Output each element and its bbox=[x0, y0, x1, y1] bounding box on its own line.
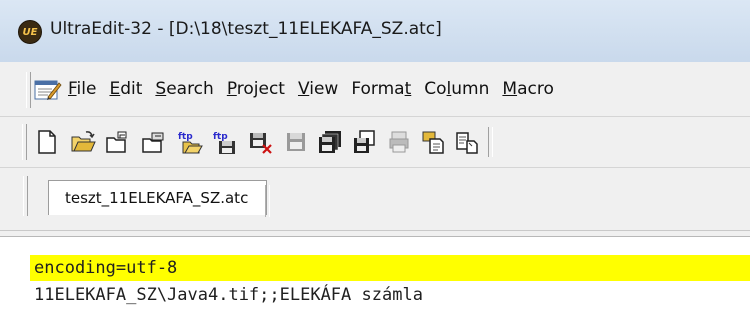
toolbar: ftp ftp bbox=[0, 117, 750, 168]
svg-text:ftp: ftp bbox=[178, 132, 193, 142]
menu-view[interactable]: View bbox=[298, 79, 338, 99]
new-file-icon[interactable] bbox=[34, 129, 60, 155]
menu-items: File Edit Search Project View Format Col… bbox=[68, 79, 567, 99]
menu-file[interactable]: File bbox=[68, 79, 96, 99]
open-folder-icon[interactable] bbox=[104, 129, 130, 155]
toolbar-grip[interactable] bbox=[22, 124, 27, 160]
tab-strip: teszt_11ELEKAFA_SZ.atc bbox=[0, 168, 750, 231]
svg-text:ftp: ftp bbox=[213, 132, 228, 142]
tab-label: teszt_11ELEKAFA_SZ.atc bbox=[65, 189, 249, 207]
paste-icon[interactable] bbox=[454, 129, 480, 155]
ftp-open-icon[interactable]: ftp bbox=[177, 129, 203, 155]
print-icon[interactable] bbox=[386, 129, 412, 155]
menu-format[interactable]: Format bbox=[351, 79, 411, 99]
menu-edit[interactable]: Edit bbox=[109, 79, 142, 99]
document-menu-icon[interactable] bbox=[34, 79, 62, 101]
editor-line-2[interactable]: 11ELEKAFA_SZ\Java4.tif;;ELEKÁFA számla bbox=[34, 282, 423, 308]
title-bar: UE UltraEdit-32 - [D:\18\teszt_11ELEKAFA… bbox=[0, 0, 750, 63]
recent-files-icon[interactable] bbox=[141, 129, 167, 155]
menu-project[interactable]: Project bbox=[227, 79, 285, 99]
copy-icon[interactable] bbox=[420, 129, 446, 155]
menu-column[interactable]: Column bbox=[424, 79, 489, 99]
menu-search[interactable]: Search bbox=[155, 79, 213, 99]
toolbar-separator bbox=[488, 127, 493, 157]
close-file-icon[interactable] bbox=[247, 129, 273, 155]
menu-bar: File Edit Search Project View Format Col… bbox=[0, 62, 750, 117]
save-as-icon[interactable] bbox=[351, 129, 377, 155]
editor-line-1[interactable]: encoding=utf-8 bbox=[30, 255, 750, 281]
open-file-icon[interactable] bbox=[70, 129, 96, 155]
ultraedit-logo-icon[interactable]: UE bbox=[18, 20, 42, 44]
editor-area[interactable]: encoding=utf-8 11ELEKAFA_SZ\Java4.tif;;E… bbox=[0, 236, 750, 326]
tab-strip-grip[interactable] bbox=[23, 176, 28, 216]
ftp-save-icon[interactable]: ftp bbox=[212, 129, 238, 155]
window-title: UltraEdit-32 - [D:\18\teszt_11ELEKAFA_SZ… bbox=[50, 19, 442, 39]
editor-gutter bbox=[0, 237, 30, 326]
menu-bar-grip[interactable] bbox=[26, 72, 31, 108]
save-all-icon[interactable] bbox=[317, 129, 343, 155]
tab-teszt-file[interactable]: teszt_11ELEKAFA_SZ.atc bbox=[48, 180, 271, 217]
save-icon[interactable] bbox=[283, 129, 309, 155]
menu-macro[interactable]: Macro bbox=[502, 79, 553, 99]
